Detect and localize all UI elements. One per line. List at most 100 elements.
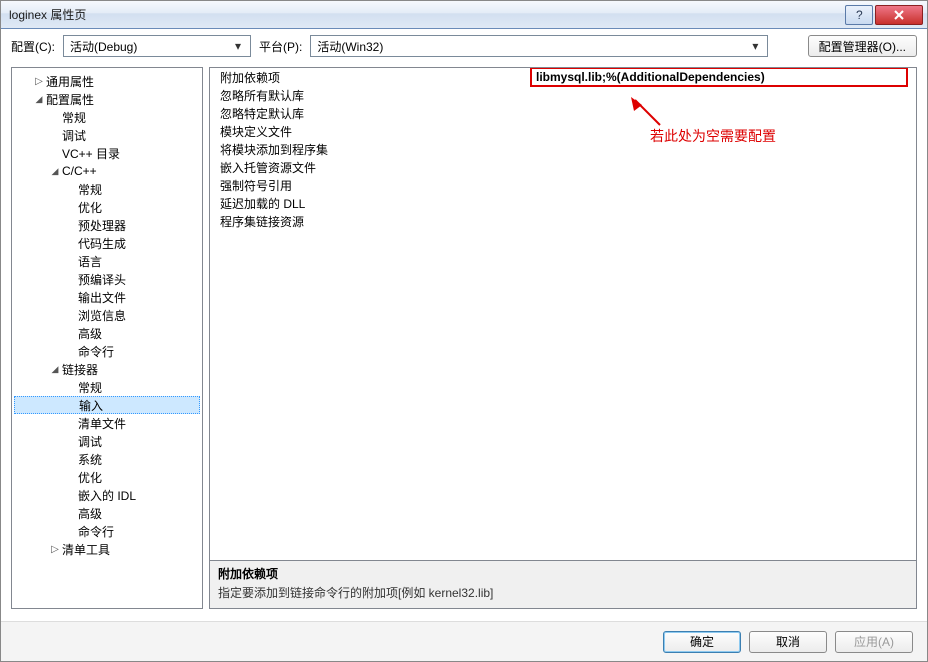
tree-item-label: 输出文件 [78,289,126,306]
tree-item[interactable]: 语言 [14,252,200,270]
dialog-footer: 确定 取消 应用(A) [1,621,927,661]
tree-item[interactable]: 常规 [14,180,200,198]
tree-item-label: 优化 [78,199,102,216]
chevron-down-icon: ▾ [747,39,763,53]
platform-label: 平台(P): [259,38,302,55]
property-name: 忽略特定默认库 [210,105,530,122]
description-text: 指定要添加到链接命令行的附加项[例如 kernel32.lib] [218,584,908,601]
tree-item[interactable]: 通用属性 [14,72,200,90]
tree-item-label: 常规 [62,109,86,126]
tree-item[interactable]: 调试 [14,432,200,450]
arrow-open-icon [32,94,46,105]
tree-item[interactable]: 命令行 [14,342,200,360]
tree-item[interactable]: 嵌入的 IDL [14,486,200,504]
tree-item-label: 命令行 [78,523,114,540]
property-value[interactable]: libmysql.lib;%(AdditionalDependencies) [530,68,908,87]
tree-item-label: 配置属性 [46,91,94,108]
platform-combo[interactable]: 活动(Win32) ▾ [310,35,768,57]
config-manager-button[interactable]: 配置管理器(O)... [808,35,917,57]
tree-item[interactable]: 清单工具 [14,540,200,558]
tree-item-label: 浏览信息 [78,307,126,324]
tree-item-label: 优化 [78,469,102,486]
arrow-closed-icon [32,76,46,87]
property-name: 将模块添加到程序集 [210,141,530,158]
property-row[interactable]: 嵌入托管资源文件 [210,158,916,176]
config-combo[interactable]: 活动(Debug) ▾ [63,35,251,57]
tree-item[interactable]: 链接器 [14,360,200,378]
property-name: 延迟加载的 DLL [210,195,530,212]
property-grid[interactable]: 附加依赖项libmysql.lib;%(AdditionalDependenci… [210,68,916,560]
tree-item-label: 常规 [78,379,102,396]
tree-item[interactable]: VC++ 目录 [14,144,200,162]
tree-item[interactable]: 常规 [14,108,200,126]
tree-item[interactable]: 浏览信息 [14,306,200,324]
tree-item[interactable]: 输出文件 [14,288,200,306]
help-button[interactable]: ? [845,5,873,25]
tree-item[interactable]: 高级 [14,504,200,522]
tree-item[interactable]: 命令行 [14,522,200,540]
tree-item-label: 代码生成 [78,235,126,252]
tree-item-label: C/C++ [62,164,97,178]
property-row[interactable]: 程序集链接资源 [210,212,916,230]
tree-item[interactable]: 优化 [14,468,200,486]
ok-button[interactable]: 确定 [663,631,741,653]
close-button[interactable] [875,5,923,25]
description-pane: 附加依赖项 指定要添加到链接命令行的附加项[例如 kernel32.lib] [210,560,916,608]
tree-item-label: 语言 [78,253,102,270]
config-value: 活动(Debug) [70,38,137,55]
tree-item-label: 嵌入的 IDL [78,487,136,504]
tree-item[interactable]: 常规 [14,378,200,396]
property-row[interactable]: 附加依赖项libmysql.lib;%(AdditionalDependenci… [210,68,916,86]
tree-item-label: 系统 [78,451,102,468]
tree-item[interactable]: 系统 [14,450,200,468]
arrow-closed-icon [48,544,62,555]
tree-item[interactable]: 优化 [14,198,200,216]
property-row[interactable]: 模块定义文件 [210,122,916,140]
tree-item-label: 输入 [79,397,103,414]
tree-item-label: 调试 [78,433,102,450]
tree-item[interactable]: 高级 [14,324,200,342]
property-row[interactable]: 延迟加载的 DLL [210,194,916,212]
property-row[interactable]: 强制符号引用 [210,176,916,194]
tree-item-label: 高级 [78,325,102,342]
property-name: 附加依赖项 [210,69,530,86]
description-title: 附加依赖项 [218,565,908,582]
cancel-button[interactable]: 取消 [749,631,827,653]
toolbar: 配置(C): 活动(Debug) ▾ 平台(P): 活动(Win32) ▾ 配置… [1,29,927,63]
properties-pane: 附加依赖项libmysql.lib;%(AdditionalDependenci… [209,67,917,609]
property-name: 程序集链接资源 [210,213,530,230]
tree-item[interactable]: 代码生成 [14,234,200,252]
tree-item[interactable]: 预处理器 [14,216,200,234]
svg-text:?: ? [856,9,863,21]
titlebar: loginex 属性页 ? [1,1,927,29]
property-name: 模块定义文件 [210,123,530,140]
config-label: 配置(C): [11,38,55,55]
tree-item-label: 清单工具 [62,541,110,558]
tree-item-label: 常规 [78,181,102,198]
tree-item-label: VC++ 目录 [62,145,120,162]
property-row[interactable]: 忽略所有默认库 [210,86,916,104]
tree-item-label: 调试 [62,127,86,144]
tree-item-label: 高级 [78,505,102,522]
tree-item[interactable]: C/C++ [14,162,200,180]
tree-item[interactable]: 预编译头 [14,270,200,288]
arrow-open-icon [48,166,62,177]
property-name: 强制符号引用 [210,177,530,194]
tree-item[interactable]: 输入 [14,396,200,414]
property-row[interactable]: 忽略特定默认库 [210,104,916,122]
platform-value: 活动(Win32) [317,38,383,55]
property-name: 忽略所有默认库 [210,87,530,104]
tree-item[interactable]: 配置属性 [14,90,200,108]
tree-pane[interactable]: 通用属性配置属性常规调试VC++ 目录C/C++常规优化预处理器代码生成语言预编… [11,67,203,609]
tree-item-label: 预编译头 [78,271,126,288]
tree-item-label: 链接器 [62,361,98,378]
arrow-open-icon [48,364,62,375]
tree-item[interactable]: 清单文件 [14,414,200,432]
tree-item-label: 命令行 [78,343,114,360]
window-buttons: ? [843,5,923,25]
property-row[interactable]: 将模块添加到程序集 [210,140,916,158]
apply-button[interactable]: 应用(A) [835,631,913,653]
chevron-down-icon: ▾ [230,39,246,53]
tree-item[interactable]: 调试 [14,126,200,144]
tree-item-label: 清单文件 [78,415,126,432]
